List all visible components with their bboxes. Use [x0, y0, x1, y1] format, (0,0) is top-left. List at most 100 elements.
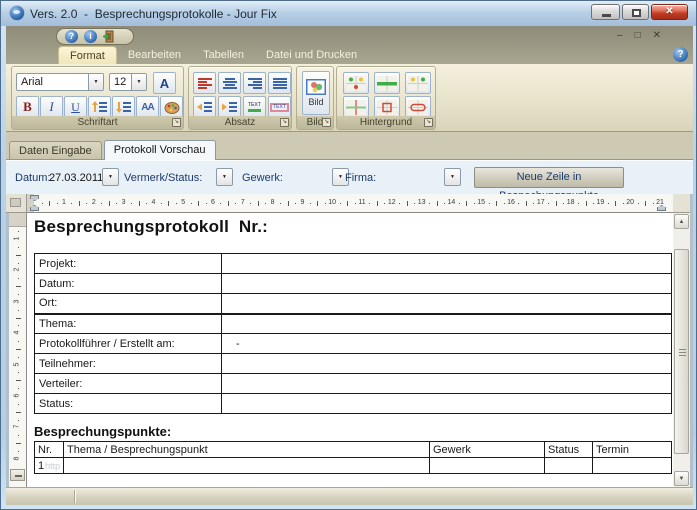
dialog-launcher-icon[interactable]: ↘	[424, 118, 433, 127]
underline-button[interactable]: U	[64, 96, 87, 118]
bold-button[interactable]: B	[16, 96, 39, 118]
points-header-cell: Nr.	[35, 442, 64, 458]
info-label-cell[interactable]: Status:	[35, 394, 222, 414]
scroll-up-icon[interactable]: ▲	[674, 214, 689, 229]
align-center-button[interactable]	[218, 72, 241, 94]
vertical-ruler[interactable]: 12345678	[9, 213, 27, 487]
mdi-close-button[interactable]: ✕	[653, 30, 661, 41]
points-thema-cell[interactable]	[64, 458, 430, 474]
info-value-cell[interactable]	[222, 354, 672, 374]
bg-two-dots-button[interactable]	[405, 72, 431, 94]
ruler-tick	[101, 203, 102, 204]
info-label-cell[interactable]: Datum:	[35, 274, 222, 294]
table-row: Datum:	[35, 274, 672, 294]
dialog-launcher-icon[interactable]: ↘	[172, 118, 181, 127]
font-size-combo[interactable]: 12 ▼	[109, 73, 147, 91]
points-termin-cell[interactable]	[593, 458, 672, 474]
ruler-number: 16	[505, 199, 517, 206]
info-label-cell[interactable]: Verteiler:	[35, 374, 222, 394]
ruler-tick	[139, 201, 140, 206]
increase-indent-button[interactable]	[218, 96, 241, 118]
font-color-button[interactable]: A	[153, 72, 176, 94]
ruler-tick	[16, 255, 21, 256]
info-value-cell[interactable]	[222, 374, 672, 394]
align-left-button[interactable]	[193, 72, 216, 94]
ribbon-tab-tabellen[interactable]: Tabellen	[192, 46, 255, 64]
info-value-cell[interactable]	[222, 314, 672, 334]
ruler-toggle-button[interactable]	[10, 469, 25, 481]
font-name-combo[interactable]: Arial ▼	[16, 73, 104, 91]
ruler-tick	[18, 372, 19, 373]
status-bar	[6, 487, 693, 505]
bg-ellipse-outline-button[interactable]	[405, 96, 431, 118]
firma-dropdown-icon[interactable]: ▼	[444, 168, 461, 186]
scrollbar-thumb[interactable]	[674, 249, 689, 454]
dialog-launcher-icon[interactable]: ↘	[322, 118, 331, 127]
mdi-minimize-button[interactable]: –	[617, 30, 623, 41]
info-label-cell[interactable]: Teilnehmer:	[35, 354, 222, 374]
minimize-button[interactable]	[591, 4, 620, 20]
help-icon[interactable]: ?	[65, 30, 78, 43]
bg-color-dots-button[interactable]	[343, 72, 369, 94]
info-icon[interactable]: i	[84, 30, 97, 43]
vermerk-dropdown-icon[interactable]: ▼	[216, 168, 233, 186]
linespacing-down-button[interactable]	[112, 96, 135, 118]
info-label-cell[interactable]: Thema:	[35, 314, 222, 334]
info-value-cell[interactable]: -	[222, 334, 672, 354]
info-value-cell[interactable]	[222, 394, 672, 414]
dialog-launcher-icon[interactable]: ↘	[280, 118, 289, 127]
horizontal-ruler[interactable]: 123456789101112131415161718192021	[27, 194, 673, 213]
mdi-maximize-button[interactable]: □	[635, 30, 641, 41]
info-label-cell[interactable]: Protokollführer / Erstellt am:	[35, 334, 222, 354]
ruler-number: 8	[14, 453, 21, 463]
ribbon-tab-bearbeiten[interactable]: Bearbeiten	[117, 46, 192, 64]
font-size-dropdown-icon[interactable]: ▼	[131, 74, 146, 90]
insert-image-button[interactable]: Bild	[302, 71, 330, 115]
text-border-button[interactable]: TEXT	[268, 96, 291, 118]
highlight-green-button[interactable]: TEXT	[243, 96, 266, 118]
new-row-button[interactable]: Neue Zeile in Bespechungspunkte	[474, 167, 624, 188]
ruler-tick	[645, 201, 646, 206]
info-value-cell[interactable]	[222, 254, 672, 274]
align-right-button[interactable]	[243, 72, 266, 94]
bg-square-outline-button[interactable]	[374, 96, 400, 118]
close-button[interactable]: ✕	[651, 4, 688, 20]
ruler-number: 21	[654, 199, 666, 206]
datum-dropdown-icon[interactable]: ▼	[102, 168, 119, 186]
points-nr-cell[interactable]: 1http	[35, 458, 64, 474]
align-justify-button[interactable]	[268, 72, 291, 94]
ruler-tick	[310, 203, 311, 204]
bg-green-bar-button[interactable]	[374, 72, 400, 94]
group-caption-schriftart: Schriftart	[12, 116, 183, 129]
vertical-scrollbar[interactable]: ▲ ▼	[673, 213, 690, 487]
points-table: Nr.Thema / BesprechungspunktGewerkStatus…	[34, 441, 672, 474]
bg-cross-lines-button[interactable]	[343, 96, 369, 118]
datum-value[interactable]: 27.03.2011	[49, 172, 103, 184]
group-caption-hintergrund: Hintergrund	[337, 116, 435, 129]
view-tab-protokoll-vorschau[interactable]: Protokoll Vorschau	[104, 140, 216, 160]
info-label-cell[interactable]: Ort:	[35, 294, 222, 314]
linespacing-up-button[interactable]	[88, 96, 111, 118]
italic-button[interactable]: I	[40, 96, 63, 118]
scroll-down-icon[interactable]: ▼	[674, 471, 689, 486]
window-title: Vers. 2.0 - Besprechungsprotokolle - Jou…	[30, 7, 277, 21]
decrease-indent-button[interactable]	[193, 96, 216, 118]
info-value-cell[interactable]	[222, 294, 672, 314]
ruler-tick	[18, 341, 19, 342]
font-name-dropdown-icon[interactable]: ▼	[88, 74, 103, 90]
points-status-cell[interactable]	[545, 458, 593, 474]
ribbon-tab-datei-und-drucken[interactable]: Datei und Drucken	[255, 46, 368, 64]
format-brush-button[interactable]	[160, 96, 183, 118]
ruler-corner	[6, 194, 27, 213]
view-tab-daten-eingabe[interactable]: Daten Eingabe	[9, 141, 102, 159]
align-right-icon	[248, 78, 262, 89]
info-label-cell[interactable]: Projekt:	[35, 254, 222, 274]
ribbon-help-icon[interactable]: ?	[673, 47, 688, 62]
ribbon-tab-format[interactable]: Format	[58, 46, 117, 64]
points-gewerk-cell[interactable]	[430, 458, 545, 474]
maximize-button[interactable]	[622, 4, 649, 20]
ruler-tick	[18, 388, 19, 389]
exit-icon[interactable]	[103, 30, 116, 43]
change-case-button[interactable]: AA	[136, 96, 159, 118]
info-value-cell[interactable]	[222, 274, 672, 294]
